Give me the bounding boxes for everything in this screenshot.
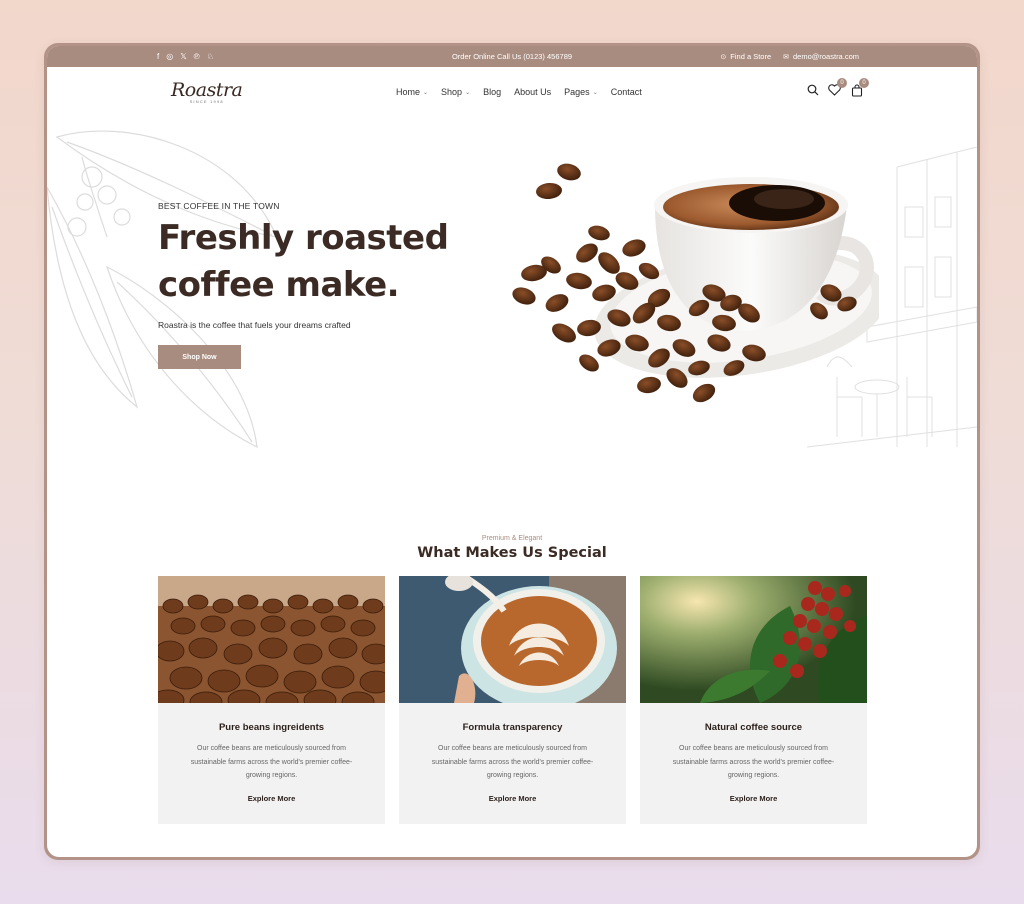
topbar-links: ⊙ Find a Store ✉ demo@roastra.com [720,52,859,61]
wishlist-count-badge: 0 [837,78,847,88]
mail-icon: ✉ [783,53,790,61]
location-pin-icon: ⊙ [720,53,727,61]
features-header: Premium & Elegant What Makes Us Special [47,535,977,561]
hero-headline: Freshly roasted coffee make. [158,215,449,309]
chevron-down-icon: ⌄ [592,89,598,96]
menu-item-shop[interactable]: Shop ⌄ [441,87,470,97]
hero-eyebrow: BEST COFFEE IN THE TOWN [158,201,280,211]
search-button[interactable] [806,83,819,97]
menu-item-blog[interactable]: Blog [483,87,501,97]
email-label: demo@roastra.com [793,52,859,61]
hero-content: BEST COFFEE IN THE TOWN Freshly roasted … [158,201,449,369]
email-link[interactable]: ✉ demo@roastra.com [783,52,859,61]
hero-headline-line1: Freshly roasted [158,218,449,258]
header-actions: 0 0 [806,78,869,97]
feature-card-desc: Our coffee beans are meticulously source… [190,745,353,779]
hero-headline-line2: coffee make. [158,265,400,305]
logo[interactable]: Roastra SINCE 1998 [171,79,243,104]
menu-label-blog: Blog [483,87,502,97]
feature-card-body: Formula transparency Our coffee beans ar… [399,703,626,806]
latte-art-image [399,576,626,703]
browser-frame: f ◎ 𝕏 ℗ ♘ Order Online Call Us (0123) 45… [44,43,980,860]
wishlist-button[interactable]: 0 [828,78,847,97]
shop-now-button[interactable]: Shop Now [158,345,241,369]
feature-card: Natural coffee source Our coffee beans a… [640,576,867,824]
coffee-cup-with-beans-image [512,163,879,403]
main-header: Roastra SINCE 1998 Home ⌄ Shop ⌄ Blog Ab… [47,67,977,117]
feature-card-title: Formula transparency [462,722,563,733]
coffee-cherries-plant-image [640,576,867,703]
menu-label-shop: Shop [441,87,463,97]
search-icon [807,84,818,96]
main-menu: Home ⌄ Shop ⌄ Blog About Us Pages ⌄ Cont… [396,87,642,97]
cart-button[interactable]: 0 [850,78,869,97]
find-store-link[interactable]: ⊙ Find a Store [720,52,771,61]
feature-card-desc: Our coffee beans are meticulously source… [672,745,835,779]
feature-card-title: Natural coffee source [704,722,803,733]
feature-card: Formula transparency Our coffee beans ar… [399,576,626,824]
feature-card-desc: Our coffee beans are meticulously source… [431,745,594,779]
menu-label-contact: Contact [610,87,642,97]
menu-item-pages[interactable]: Pages ⌄ [564,87,598,97]
page: f ◎ 𝕏 ℗ ♘ Order Online Call Us (0123) 45… [47,46,977,857]
chevron-down-icon: ⌄ [423,89,429,96]
chevron-down-icon: ⌄ [465,89,471,96]
explore-more-link[interactable]: Explore More [730,794,778,803]
menu-item-home[interactable]: Home ⌄ [396,87,428,97]
feature-card-body: Natural coffee source Our coffee beans a… [640,703,867,806]
features-pretitle: Premium & Elegant [481,535,543,542]
cart-count-badge: 0 [859,78,869,88]
menu-item-contact[interactable]: Contact [611,87,642,97]
menu-label-home: Home [396,87,421,97]
hero-subtext: Roastra is the coffee that fuels your dr… [158,320,351,330]
top-bar: f ◎ 𝕏 ℗ ♘ Order Online Call Us (0123) 45… [47,46,977,67]
menu-item-about[interactable]: About Us [514,87,551,97]
feature-card-title: Pure beans ingreidents [218,722,325,733]
menu-label-about: About Us [514,87,552,97]
hero-section: BEST COFFEE IN THE TOWN Freshly roasted … [47,117,977,517]
roasted-beans-image [158,576,385,703]
features-title: What Makes Us Special [417,545,607,561]
explore-more-link[interactable]: Explore More [248,794,296,803]
brand-name: Roastra [171,79,243,101]
find-store-label: Find a Store [730,52,772,61]
explore-more-link[interactable]: Explore More [489,794,537,803]
feature-cards: Pure beans ingreidents Our coffee beans … [158,576,867,824]
feature-card: Pure beans ingreidents Our coffee beans … [158,576,385,824]
menu-label-pages: Pages [564,87,590,97]
feature-card-body: Pure beans ingreidents Our coffee beans … [158,703,385,806]
